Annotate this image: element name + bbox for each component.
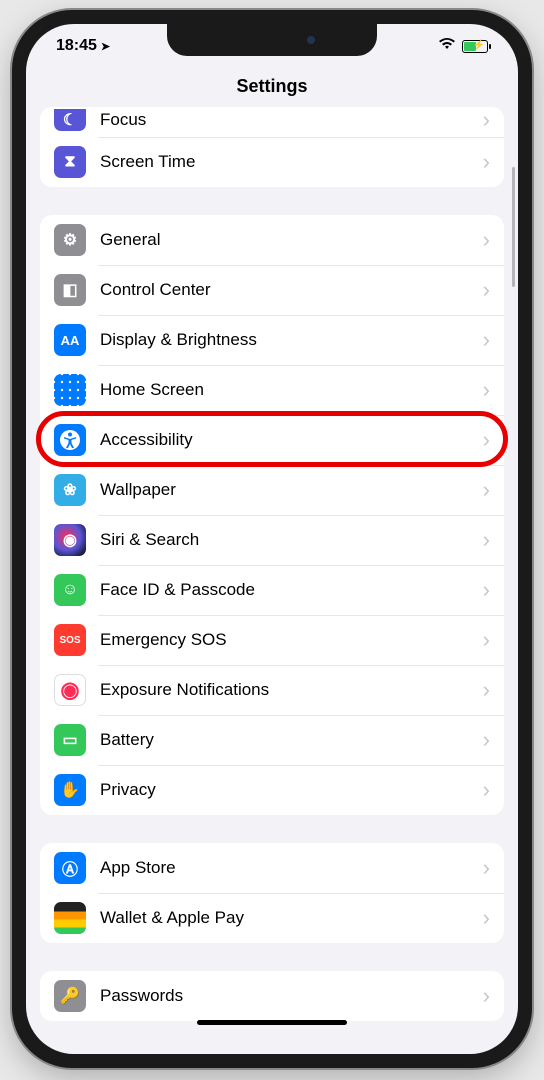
chevron-right-icon: › [483, 227, 490, 253]
settings-row-wallet-apple-pay[interactable]: Wallet & Apple Pay › [40, 893, 504, 943]
hourglass-icon: ⧗ [54, 146, 86, 178]
flower-icon: ❀ [54, 474, 86, 506]
hand-icon: ✋ [54, 774, 86, 806]
row-label: Face ID & Passcode [100, 580, 477, 600]
settings-row-privacy[interactable]: ✋ Privacy › [40, 765, 504, 815]
row-label: Battery [100, 730, 477, 750]
wifi-icon [438, 37, 456, 55]
row-label: Siri & Search [100, 530, 477, 550]
text-size-icon: AA [54, 324, 86, 356]
chevron-right-icon: › [483, 277, 490, 303]
row-label: Passwords [100, 986, 477, 1006]
chevron-right-icon: › [483, 527, 490, 553]
settings-row-face-id-passcode[interactable]: ☺ Face ID & Passcode › [40, 565, 504, 615]
wallet-icon [54, 902, 86, 934]
settings-group: Ⓐ App Store › Wallet & Apple Pay › [40, 843, 504, 943]
settings-row-focus[interactable]: ☾ Focus › [40, 107, 504, 137]
accessibility-icon [54, 424, 86, 456]
chevron-right-icon: › [483, 677, 490, 703]
chevron-right-icon: › [483, 327, 490, 353]
row-label: Display & Brightness [100, 330, 477, 350]
settings-row-display-brightness[interactable]: AA Display & Brightness › [40, 315, 504, 365]
chevron-right-icon: › [483, 477, 490, 503]
grid-icon [54, 374, 86, 406]
location-icon: ➤ [101, 40, 110, 53]
row-label: Focus [100, 110, 477, 130]
settings-row-siri-search[interactable]: ◉ Siri & Search › [40, 515, 504, 565]
chevron-right-icon: › [483, 983, 490, 1009]
chevron-right-icon: › [483, 777, 490, 803]
moon-icon: ☾ [54, 109, 86, 131]
settings-row-app-store[interactable]: Ⓐ App Store › [40, 843, 504, 893]
key-icon: 🔑 [54, 980, 86, 1012]
scrollbar[interactable] [512, 167, 515, 287]
settings-row-wallpaper[interactable]: ❀ Wallpaper › [40, 465, 504, 515]
chevron-right-icon: › [483, 377, 490, 403]
row-label: Control Center [100, 280, 477, 300]
content-area[interactable]: ☾ Focus › ⧗ Screen Time › ⚙ General › ◧ Control Ce… [26, 107, 518, 1033]
settings-row-exposure-notifications[interactable]: ◉ Exposure Notifications › [40, 665, 504, 715]
row-label: Exposure Notifications [100, 680, 477, 700]
chevron-right-icon: › [483, 855, 490, 881]
siri-icon: ◉ [54, 524, 86, 556]
settings-row-general[interactable]: ⚙ General › [40, 215, 504, 265]
settings-row-passwords[interactable]: 🔑 Passwords › [40, 971, 504, 1021]
app-store-icon: Ⓐ [54, 852, 86, 884]
row-label: General [100, 230, 477, 250]
chevron-right-icon: › [483, 577, 490, 603]
chevron-right-icon: › [483, 627, 490, 653]
navbar-title: Settings [26, 68, 518, 107]
settings-row-battery[interactable]: ▭ Battery › [40, 715, 504, 765]
settings-row-control-center[interactable]: ◧ Control Center › [40, 265, 504, 315]
chevron-right-icon: › [483, 905, 490, 931]
row-label: Home Screen [100, 380, 477, 400]
sos-icon: SOS [54, 624, 86, 656]
row-label: App Store [100, 858, 477, 878]
chevron-right-icon: › [483, 107, 490, 133]
row-label: Wallpaper [100, 480, 477, 500]
battery-icon: ▭ [54, 724, 86, 756]
notch [167, 24, 377, 56]
settings-row-screen-time[interactable]: ⧗ Screen Time › [40, 137, 504, 187]
settings-row-accessibility[interactable]: Accessibility › [40, 415, 504, 465]
row-label: Emergency SOS [100, 630, 477, 650]
settings-row-emergency-sos[interactable]: SOS Emergency SOS › [40, 615, 504, 665]
face-id-icon: ☺ [54, 574, 86, 606]
clock: 18:45 [56, 37, 97, 55]
battery-icon: ⚡ [462, 40, 488, 53]
row-label: Accessibility [100, 430, 477, 450]
settings-group: ☾ Focus › ⧗ Screen Time › [40, 107, 504, 187]
chevron-right-icon: › [483, 427, 490, 453]
switches-icon: ◧ [54, 274, 86, 306]
settings-row-home-screen[interactable]: Home Screen › [40, 365, 504, 415]
screen: 18:45 ➤ ⚡ Settings ☾Focus›⧗Screen Time›⚙… [26, 24, 518, 1054]
home-indicator[interactable] [197, 1020, 347, 1025]
row-label: Wallet & Apple Pay [100, 908, 477, 928]
row-label: Screen Time [100, 152, 477, 172]
settings-group: ⚙ General › ◧ Control Center › AA Display & Bri… [40, 215, 504, 815]
chevron-right-icon: › [483, 727, 490, 753]
gear-icon: ⚙ [54, 224, 86, 256]
exposure-icon: ◉ [54, 674, 86, 706]
row-label: Privacy [100, 780, 477, 800]
settings-group: 🔑 Passwords › [40, 971, 504, 1021]
chevron-right-icon: › [483, 149, 490, 175]
phone-frame: 18:45 ➤ ⚡ Settings ☾Focus›⧗Screen Time›⚙… [12, 10, 532, 1068]
